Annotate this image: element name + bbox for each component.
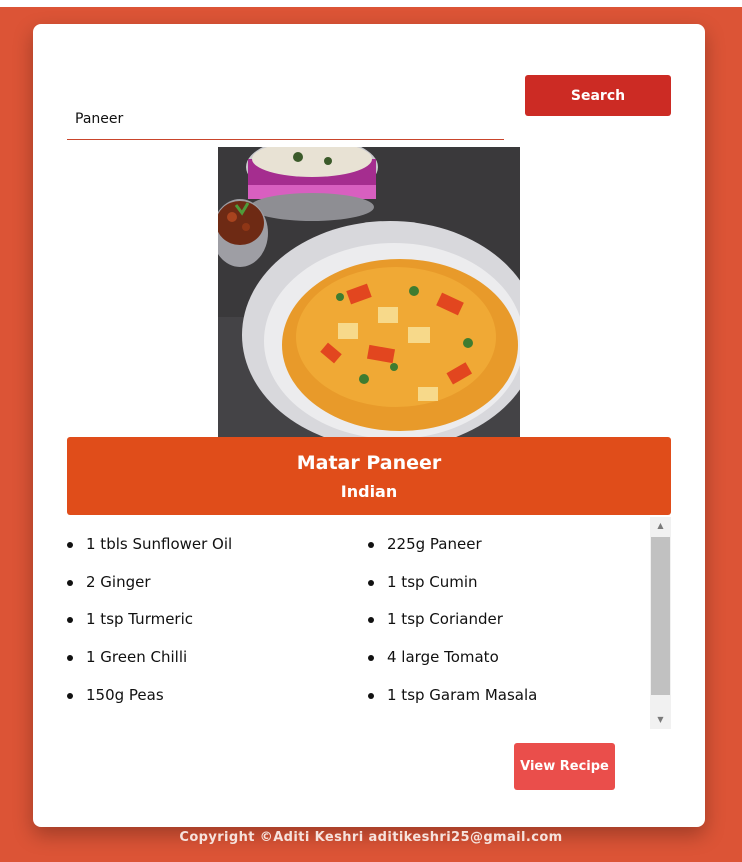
- ingredients-grid: 1 tbls Sunflower Oil 225g Paneer 2 Ginge…: [67, 517, 671, 723]
- search-input[interactable]: [67, 98, 504, 140]
- ingredient-item: 4 large Tomato: [368, 648, 669, 686]
- ingredients-scrollbar[interactable]: ▲ ▼: [650, 517, 671, 729]
- scroll-up-arrow-icon[interactable]: ▲: [650, 517, 671, 535]
- top-strip: [0, 0, 742, 7]
- ingredient-item: 2 Ginger: [67, 573, 368, 611]
- recipe-header: Matar Paneer Indian: [67, 437, 671, 515]
- ingredient-item: 1 tsp Garam Masala: [368, 686, 669, 724]
- view-recipe-button[interactable]: View Recipe: [514, 743, 615, 790]
- ingredient-item: 1 tsp Turmeric: [67, 610, 368, 648]
- ingredient-item: 1 Green Chilli: [67, 648, 368, 686]
- ingredient-item: 1 tsp Coriander: [368, 610, 669, 648]
- recipe-card: Search: [33, 24, 705, 827]
- ingredient-item: 1 tbls Sunflower Oil: [67, 535, 368, 573]
- ingredient-item: 1 tsp Cumin: [368, 573, 669, 611]
- scroll-down-arrow-icon[interactable]: ▼: [650, 711, 671, 729]
- search-button[interactable]: Search: [525, 75, 671, 116]
- footer-copyright: Copyright ©Aditi Keshri aditikeshri25@gm…: [179, 830, 563, 845]
- recipe-image: [218, 147, 520, 437]
- recipe-cuisine: Indian: [340, 482, 398, 501]
- ingredient-item: 150g Peas: [67, 686, 368, 724]
- recipe-title: Matar Paneer: [296, 452, 442, 474]
- ingredient-item: 225g Paneer: [368, 535, 669, 573]
- scrollbar-thumb[interactable]: [651, 537, 670, 695]
- ingredients-list: 1 tbls Sunflower Oil 225g Paneer 2 Ginge…: [67, 517, 671, 729]
